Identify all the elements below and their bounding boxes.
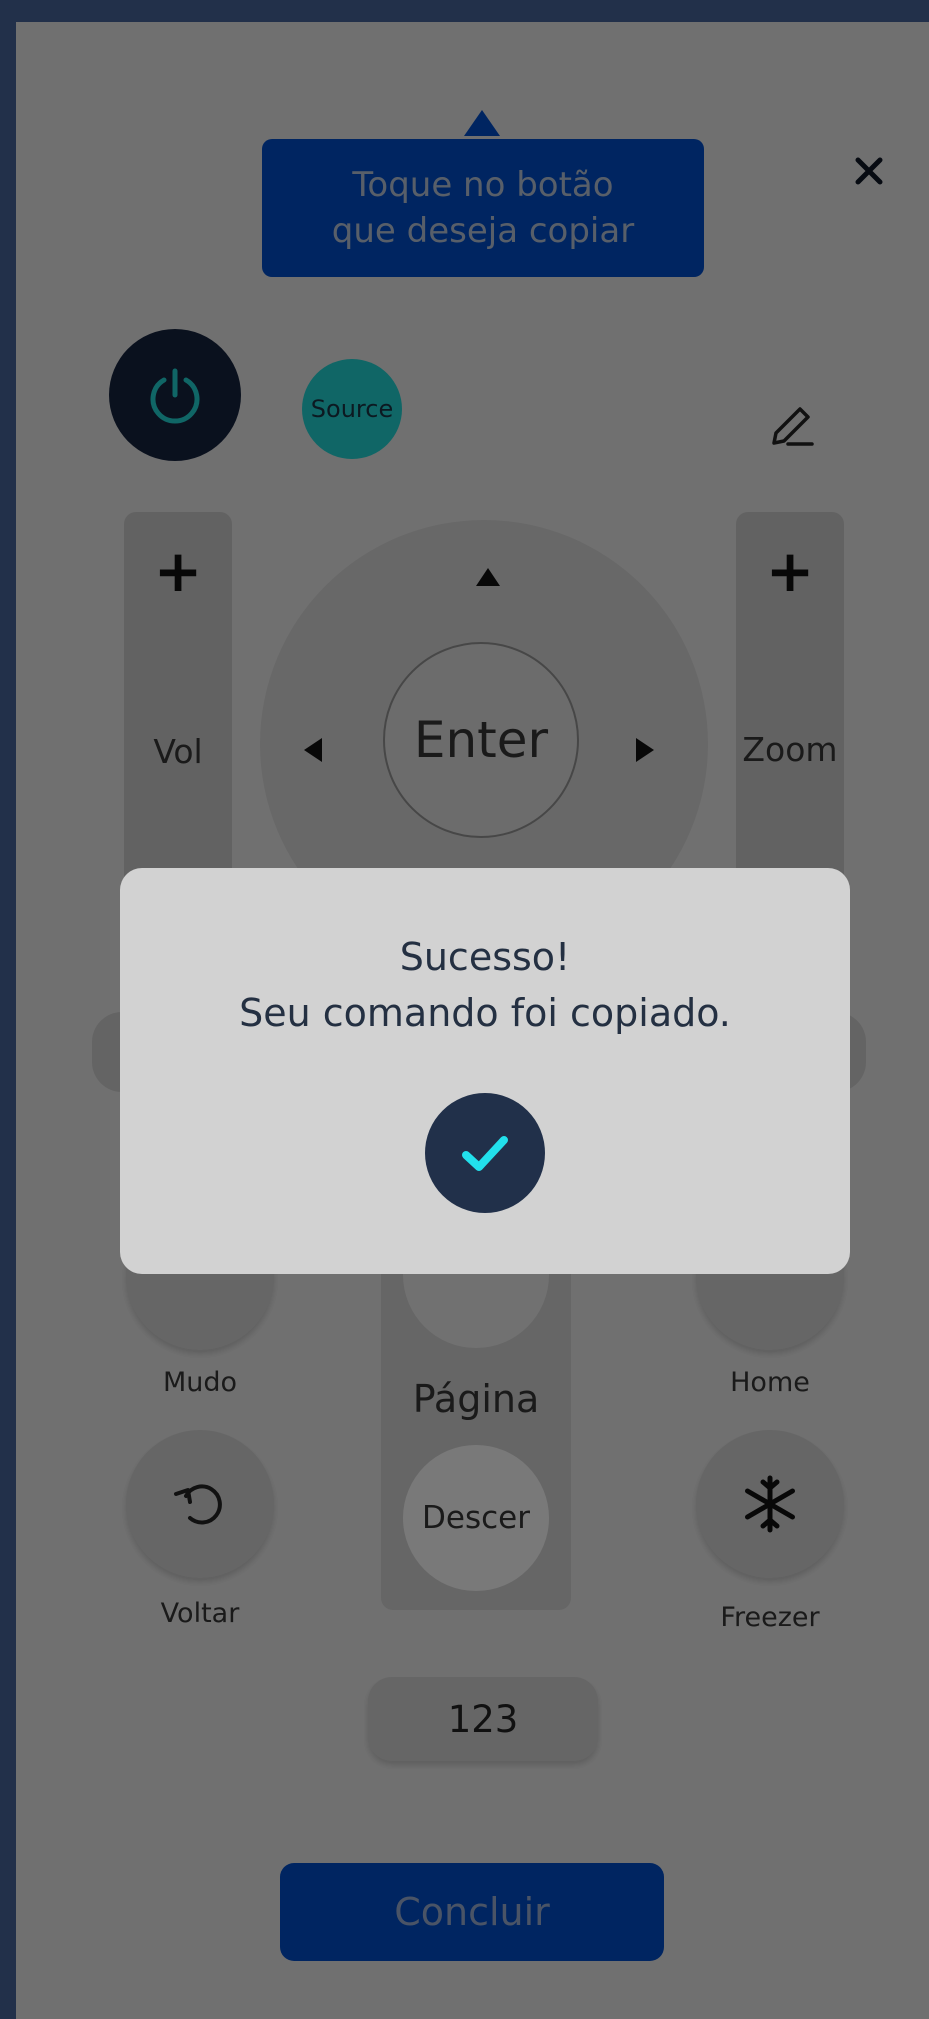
remote-copy-screen: Toque no botão que deseja copiar Source … (16, 22, 929, 2019)
success-message: Seu comando foi copiado. (239, 991, 731, 1035)
success-badge (425, 1093, 545, 1213)
success-dialog: Sucesso! Seu comando foi copiado. (120, 868, 850, 1274)
success-title: Sucesso! (399, 935, 571, 979)
check-icon (462, 1136, 508, 1171)
